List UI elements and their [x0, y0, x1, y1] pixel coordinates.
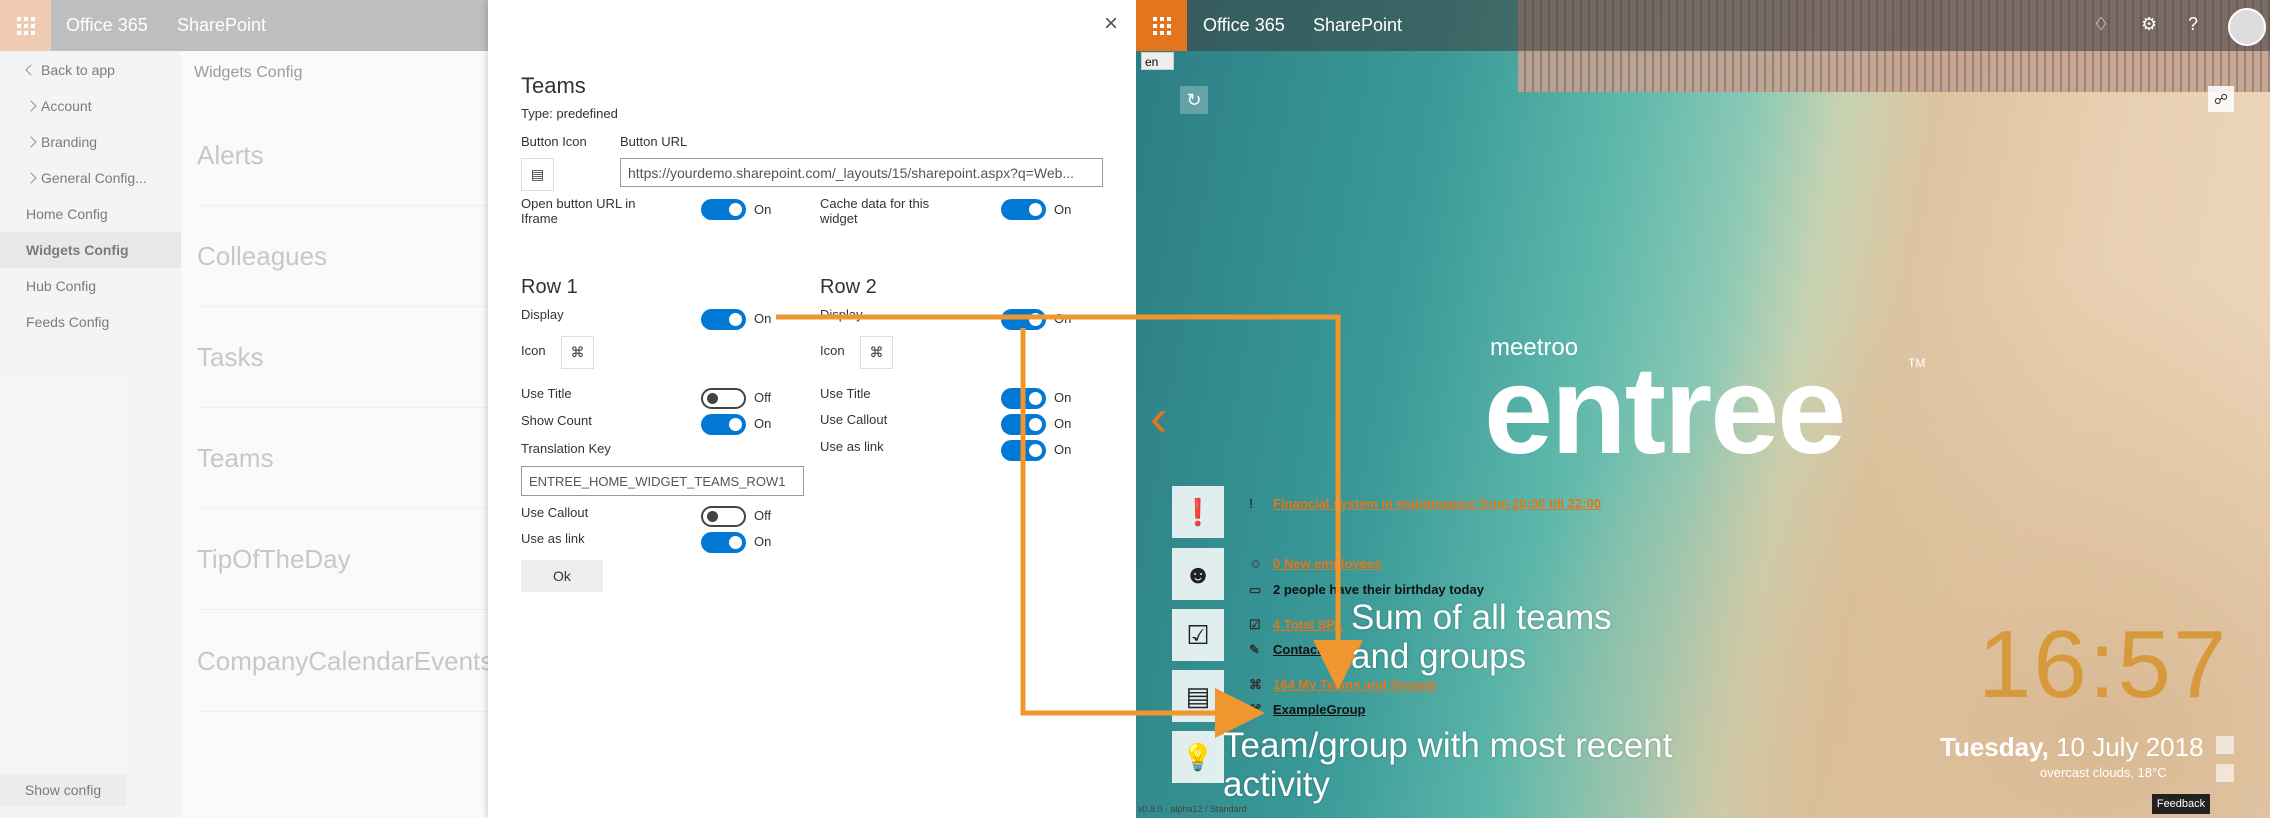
annotation-sum-note: Sum of all teams and groups — [1351, 598, 1612, 676]
annotation-recent-note: Team/group with most recent activity — [1223, 726, 1673, 804]
arrow-to-teams-count — [776, 314, 1363, 690]
annotation-arrows — [776, 314, 1363, 738]
arrow-to-recent-group — [1020, 328, 1265, 738]
